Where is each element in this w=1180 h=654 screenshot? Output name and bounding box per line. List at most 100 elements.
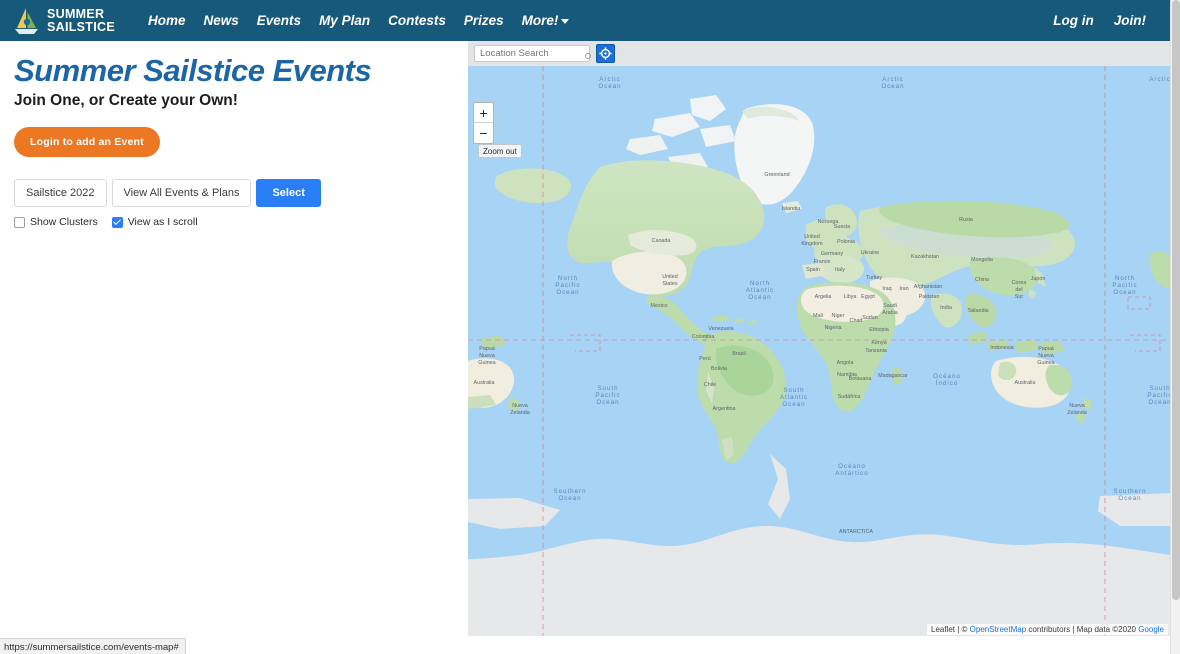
map-label: Colombia: [692, 334, 715, 340]
map-label: Sudáfrica: [838, 394, 861, 400]
login-link[interactable]: Log in: [1053, 13, 1094, 28]
leaflet-map-canvas[interactable]: ArcticOceanArcticOceanArcticNorthPacific…: [468, 66, 1170, 636]
map-label: SouthernOcean: [553, 488, 586, 502]
map-label: NuevaZelanda: [510, 403, 529, 416]
page-subtitle: Join One, or Create your Own!: [14, 91, 454, 111]
login-to-add-event-button[interactable]: Login to add an Event: [14, 127, 160, 157]
map-label: UnitedStates: [662, 274, 678, 287]
map-label: Australia: [474, 380, 495, 386]
nav-item-events[interactable]: Events: [257, 13, 301, 28]
map-label: Tanzania: [865, 348, 887, 354]
scrollbar-thumb[interactable]: [1172, 0, 1180, 600]
page-title: Summer Sailstice Events: [14, 53, 454, 89]
map-label: Islandia: [782, 206, 801, 212]
map-label: Tailandia: [967, 308, 988, 314]
map-label: SouthPacificOcean: [595, 385, 620, 406]
select-button[interactable]: Select: [256, 179, 320, 207]
status-bar-url: https://summersailstice.com/events-map#: [0, 638, 186, 654]
map-label: NuevaZelanda: [1067, 403, 1086, 416]
map-label: Polonia: [837, 239, 855, 245]
map-label: Greenland: [764, 172, 789, 178]
world-map-graphic: ArcticOceanArcticOceanArcticNorthPacific…: [468, 66, 1170, 636]
filter-controls-row: Sailstice 2022 View All Events & Plans S…: [14, 179, 454, 207]
map-label: Indonesia: [990, 345, 1013, 351]
map-label: China: [975, 277, 989, 283]
map-label: Italy: [835, 267, 845, 273]
map-label: Brasil: [732, 351, 745, 357]
map-label: Angola: [837, 360, 854, 366]
map-label: SouthAtlanticOcean: [780, 387, 808, 408]
map-label: Germany: [821, 251, 843, 257]
show-clusters-label: Show Clusters: [30, 216, 98, 228]
brand-logo-link[interactable]: SUMMER SAILSTICE: [14, 6, 115, 36]
map-label: NorthAtlanticOcean: [746, 280, 774, 301]
map-label: ANTARCTICA: [839, 529, 873, 535]
map-label: PapuáNuevaGuinea: [1037, 346, 1054, 366]
map-options-row: Show Clusters View as I scroll: [14, 216, 454, 228]
checkbox-box-checked-icon: [112, 217, 123, 228]
page-scrollbar[interactable]: [1170, 0, 1180, 654]
map-label: Argentina: [712, 406, 735, 412]
map-label: OcéanoAntártico: [835, 463, 868, 477]
zoom-out-button[interactable]: −: [474, 123, 493, 143]
map-label: Mexico: [650, 303, 667, 309]
nav-item-more[interactable]: More!: [522, 13, 570, 28]
map-label: Sudan: [862, 315, 878, 321]
checkbox-box-unchecked-icon: [14, 217, 25, 228]
top-navigation-bar: SUMMER SAILSTICE Home News Events My Pla…: [0, 0, 1170, 41]
sailboat-logo-icon: [14, 6, 40, 36]
map-label: Pakistan: [919, 294, 940, 300]
google-attribution-link[interactable]: Google: [1138, 625, 1164, 634]
map-label: SaudiArabia: [882, 303, 898, 316]
map-label: Afghanistan: [914, 284, 942, 290]
crosshair-target-icon[interactable]: [596, 44, 615, 63]
map-label: Nigeria: [824, 325, 841, 331]
show-clusters-checkbox[interactable]: Show Clusters: [14, 216, 98, 228]
nav-item-my-plan[interactable]: My Plan: [319, 13, 370, 28]
nav-item-contests[interactable]: Contests: [388, 13, 446, 28]
events-map-area: ArcticOceanArcticOceanArcticNorthPacific…: [468, 41, 1170, 636]
season-select[interactable]: Sailstice 2022: [14, 179, 107, 207]
nav-item-news[interactable]: News: [204, 13, 239, 28]
map-label: Kenya: [871, 340, 886, 346]
map-label: Mali: [813, 313, 823, 319]
account-nav-links: Log in Join!: [1033, 13, 1146, 28]
map-label: PapuáNuevaGuinea: [478, 346, 495, 366]
zoom-in-button[interactable]: +: [474, 103, 493, 123]
map-label: Niger: [832, 313, 845, 319]
nav-item-prizes[interactable]: Prizes: [464, 13, 504, 28]
map-label: SouthPacificOcean: [1147, 385, 1170, 406]
brand-text: SUMMER SAILSTICE: [47, 8, 115, 34]
map-attribution: Leaflet | © OpenStreetMap contributors |…: [927, 624, 1168, 635]
attribution-sep-2: contributors | Map data ©2020: [1026, 625, 1138, 634]
view-as-i-scroll-checkbox[interactable]: View as I scroll: [112, 216, 198, 228]
map-zoom-controls: + −: [473, 102, 494, 144]
nav-item-home[interactable]: Home: [148, 13, 186, 28]
leaflet-attribution-link[interactable]: Leaflet: [931, 625, 955, 634]
join-link[interactable]: Join!: [1114, 13, 1146, 28]
map-label: Japón: [1031, 276, 1046, 282]
map-label: Kazakhstan: [911, 254, 939, 260]
events-left-panel: Summer Sailstice Events Join One, or Cre…: [0, 41, 468, 636]
map-label: France: [814, 259, 831, 265]
map-label: Spain: [806, 267, 820, 273]
zoom-out-tooltip: Zoom out: [478, 144, 522, 158]
map-label: Botsuana: [849, 376, 872, 382]
map-label: Mongolia: [971, 257, 993, 263]
map-label: Egypt: [861, 294, 875, 300]
map-label: Suecia: [834, 224, 850, 230]
map-label: Arctic: [1149, 76, 1170, 83]
map-label: Ukraine: [861, 250, 880, 256]
location-search-input[interactable]: [474, 45, 590, 62]
map-label: Iraq: [882, 286, 891, 292]
map-label: ArcticOcean: [881, 76, 904, 90]
map-label: India: [940, 305, 952, 311]
map-label: Venezuela: [708, 326, 733, 332]
view-as-i-scroll-label: View as I scroll: [128, 216, 198, 228]
map-label: Chad: [850, 318, 863, 324]
map-label: Perú: [699, 356, 710, 362]
map-label: Iran: [899, 286, 908, 292]
view-scope-select[interactable]: View All Events & Plans: [112, 179, 252, 207]
attribution-sep-1: | ©: [955, 625, 970, 634]
openstreetmap-attribution-link[interactable]: OpenStreetMap: [970, 625, 1026, 634]
